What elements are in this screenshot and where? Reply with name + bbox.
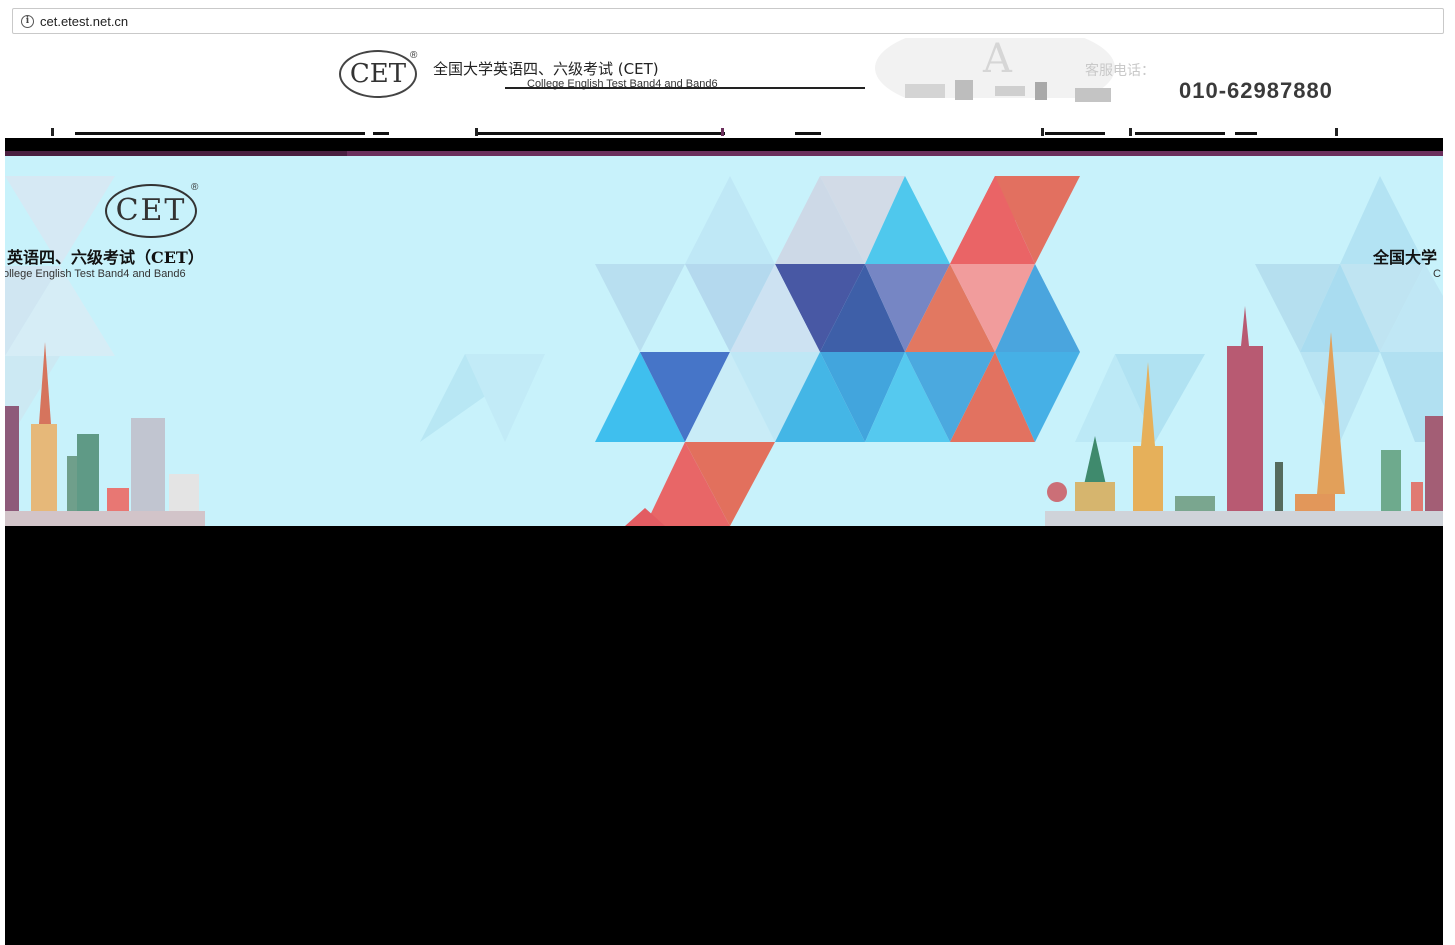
site-title-cn: 全国大学英语四、六级考试 (CET)	[433, 60, 659, 78]
browser-window: i cet.etest.net.cn A CET ® 全国大学英语四、六级考试 …	[0, 0, 1455, 945]
nav-menu-glitched[interactable]	[5, 124, 1443, 138]
address-bar[interactable]: i cet.etest.net.cn	[12, 8, 1444, 34]
banner-title-cn: 英语四、六级考试（CET）	[7, 248, 204, 267]
phone-number: 010-62987880	[1179, 78, 1333, 103]
header-divider	[505, 87, 865, 89]
content-area-unrendered	[5, 526, 1443, 945]
nav-band	[5, 138, 1443, 151]
registered-mark: ®	[410, 50, 418, 61]
page-viewport: A CET ® 全国大学英语四、六级考试 (CET) College Engli…	[5, 38, 1443, 945]
banner-title-cn-right: 全国大学	[1373, 248, 1438, 267]
url-text[interactable]: cet.etest.net.cn	[40, 14, 128, 29]
info-icon[interactable]: i	[21, 14, 34, 28]
banner-cet-logo: CET	[105, 184, 197, 238]
banner-registered-mark: ®	[191, 182, 199, 193]
banner-graphic	[5, 176, 1443, 526]
hero-banner: CET ® 英语四、六级考试（CET） ollege English Test …	[5, 156, 1443, 526]
phone-label: 客服电话：	[1085, 62, 1155, 78]
banner-title-en: ollege English Test Band4 and Band6	[5, 268, 186, 280]
cet-logo[interactable]: CET	[339, 50, 417, 98]
header-glitch-artifact	[905, 80, 1111, 102]
site-header: A CET ® 全国大学英语四、六级考试 (CET) College Engli…	[5, 38, 1443, 138]
banner-title-en-right: C	[1433, 268, 1441, 280]
